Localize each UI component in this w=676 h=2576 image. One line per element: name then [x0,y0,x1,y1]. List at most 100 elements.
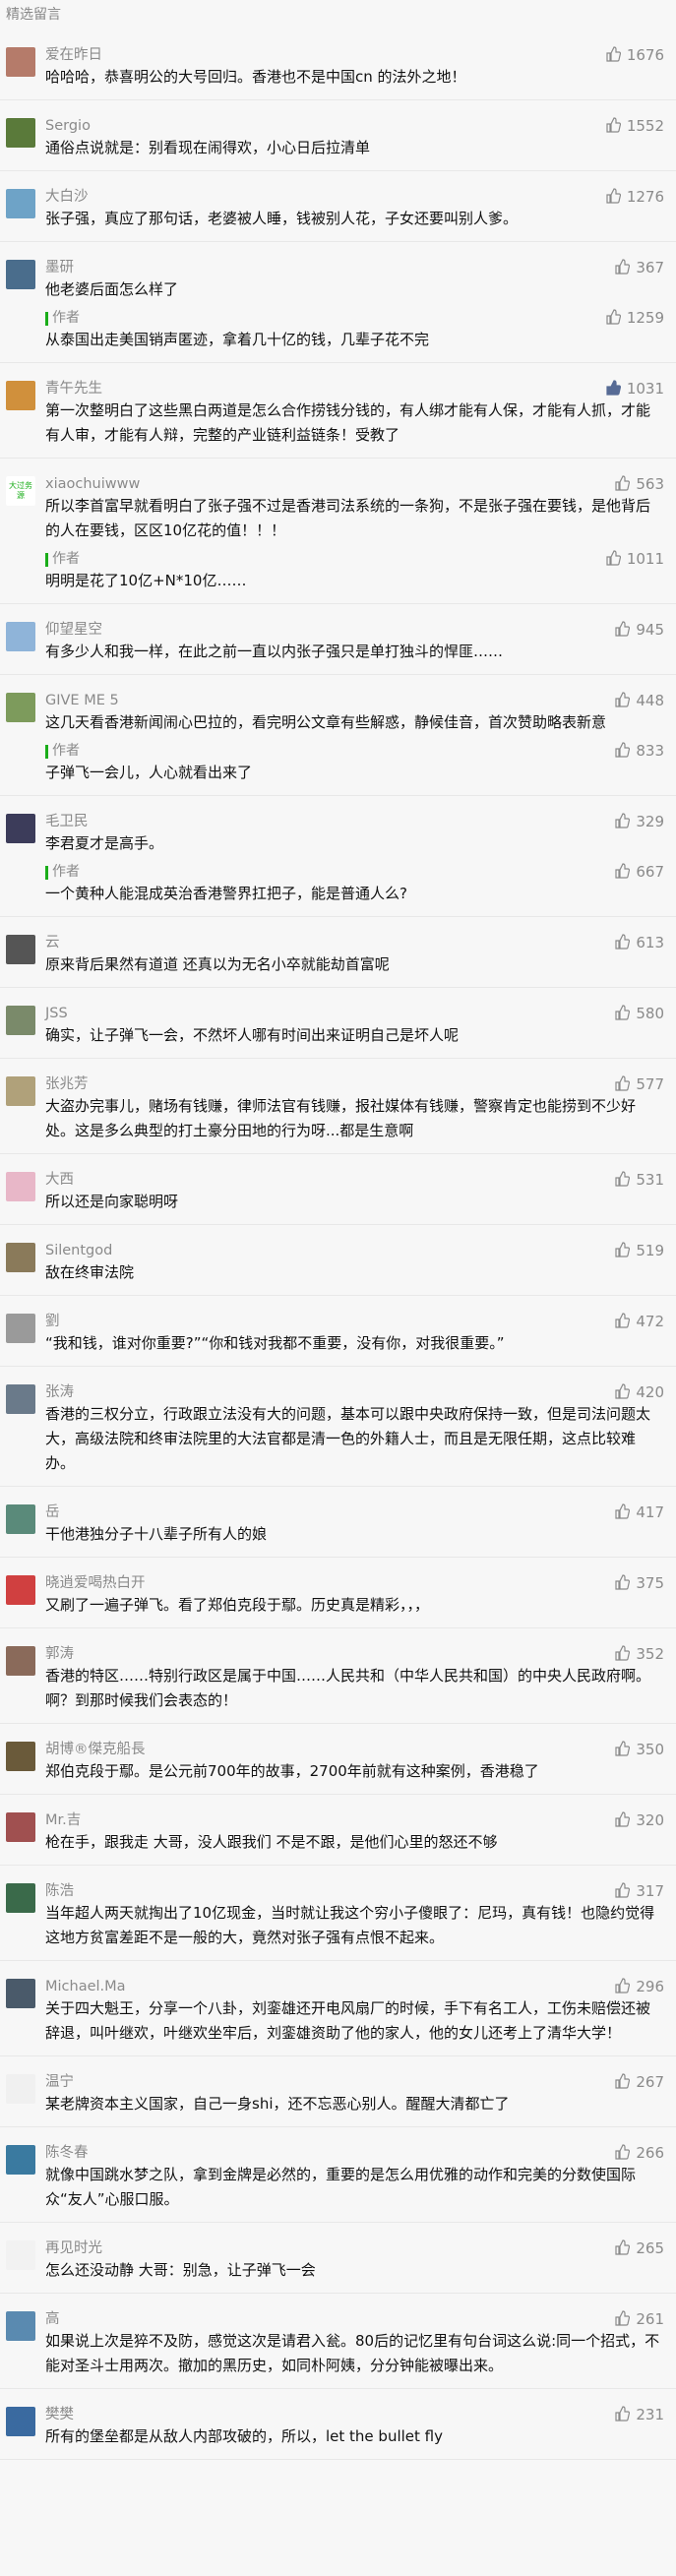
avatar[interactable] [6,2145,35,2175]
nickname[interactable]: 青午先生 [45,379,676,399]
avatar[interactable] [6,1243,35,1272]
avatar[interactable] [6,1006,35,1035]
like-button[interactable]: 1676 [605,45,664,65]
nickname[interactable]: 云 [45,933,676,952]
like-button[interactable]: 296 [614,1977,664,1996]
like-count: 317 [636,1882,664,1900]
avatar[interactable] [6,1979,35,2008]
nickname[interactable]: 张涛 [45,1382,676,1402]
like-button[interactable]: 420 [614,1382,664,1402]
like-button[interactable]: 267 [614,2072,664,2092]
nickname[interactable]: 劉 [45,1312,676,1331]
like-button[interactable]: 1276 [605,187,664,207]
avatar[interactable] [6,1812,35,1842]
thumb-up-icon [605,117,621,133]
reply-like-button[interactable]: 1259 [605,308,664,328]
like-count: 472 [636,1313,664,1330]
nickname[interactable]: GIVE ME 5 [45,691,676,710]
avatar[interactable] [6,693,35,722]
nickname[interactable]: 高 [45,2309,676,2329]
nickname[interactable]: 大白沙 [45,187,676,207]
avatar[interactable] [6,2240,35,2270]
avatar[interactable] [6,814,35,843]
like-button[interactable]: 367 [614,258,664,277]
like-button[interactable]: 613 [614,933,664,952]
avatar-initial [6,1384,35,1414]
like-button[interactable]: 266 [614,2143,664,2163]
nickname[interactable]: 郭涛 [45,1644,676,1664]
nickname[interactable]: Sergio [45,116,676,136]
like-button[interactable]: 352 [614,1644,664,1664]
avatar[interactable] [6,1172,35,1201]
like-button[interactable]: 945 [614,620,664,640]
avatar[interactable] [6,622,35,651]
avatar[interactable] [6,47,35,77]
like-button[interactable]: 472 [614,1312,664,1331]
avatar-initial [6,2311,35,2341]
nickname[interactable]: 仰望星空 [45,620,676,640]
nickname[interactable]: 晓逍爱喝热白开 [45,1573,676,1593]
like-button[interactable]: 375 [614,1573,664,1593]
avatar[interactable] [6,2311,35,2341]
nickname[interactable]: 张兆芳 [45,1074,676,1094]
like-button[interactable]: 320 [614,1810,664,1830]
nickname[interactable]: 大西 [45,1170,676,1190]
like-button[interactable]: 417 [614,1503,664,1522]
avatar[interactable] [6,2074,35,2104]
like-button[interactable]: 563 [614,474,664,494]
like-button[interactable]: 577 [614,1074,664,1094]
like-button[interactable]: 1031 [605,379,664,399]
like-button[interactable]: 448 [614,691,664,710]
like-button[interactable]: 231 [614,2405,664,2424]
avatar[interactable] [6,260,35,289]
avatar[interactable] [6,2407,35,2436]
nickname[interactable]: Michael.Ma [45,1977,676,1996]
nickname[interactable]: 陈浩 [45,1881,676,1901]
like-button[interactable]: 265 [614,2239,664,2258]
comment-text: 所有的堡垒都是从敌人内部攻破的，所以，let the bullet fly [45,2427,443,2445]
nickname[interactable]: xiaochuiwww [45,474,676,494]
nickname[interactable]: Mr.吉 [45,1810,676,1830]
like-count: 352 [636,1645,664,1663]
avatar-initial [6,1172,35,1201]
nickname[interactable]: Silentgod [45,1241,676,1260]
reply-like-button[interactable]: 667 [614,862,664,882]
avatar[interactable] [6,1646,35,1676]
comment-text: 当年超人两天就掏出了10亿现金，当时就让我这个穷小子傻眼了：尼玛，真有钱！也隐约… [45,1904,655,1946]
like-button[interactable]: 261 [614,2309,664,2329]
like-count: 563 [636,475,664,493]
avatar[interactable] [6,1076,35,1106]
nickname[interactable]: JSS [45,1004,676,1023]
nickname[interactable]: 爱在昨日 [45,45,676,65]
like-button[interactable]: 317 [614,1881,664,1901]
like-button[interactable]: 350 [614,1740,664,1759]
nickname[interactable]: 毛卫民 [45,812,676,831]
reply-like-button[interactable]: 1011 [605,549,664,569]
nickname[interactable]: 再见时光 [45,2239,676,2258]
nickname[interactable]: 岳 [45,1503,676,1522]
like-button[interactable]: 580 [614,1004,664,1023]
nickname[interactable]: 胡博®傑克船長 [45,1740,676,1759]
nickname[interactable]: 墨研 [45,258,676,277]
avatar[interactable] [6,189,35,218]
avatar[interactable] [6,1384,35,1414]
comment-text: 确实，让子弹飞一会，不然坏人哪有时间出来证明自己是坏人呢 [45,1026,460,1044]
nickname[interactable]: 陈冬春 [45,2143,676,2163]
avatar[interactable] [6,381,35,410]
avatar[interactable] [6,1883,35,1913]
thumb-up-icon [614,2144,631,2160]
avatar[interactable] [6,1742,35,1771]
like-button[interactable]: 531 [614,1170,664,1190]
avatar[interactable] [6,1504,35,1534]
avatar[interactable]: 大过务源 [6,476,35,506]
avatar[interactable] [6,935,35,964]
like-button[interactable]: 519 [614,1241,664,1260]
avatar[interactable] [6,1575,35,1605]
avatar[interactable] [6,118,35,148]
reply-like-button[interactable]: 833 [614,741,664,761]
nickname[interactable]: 樊樊 [45,2405,676,2424]
nickname[interactable]: 温宁 [45,2072,676,2092]
like-button[interactable]: 1552 [605,116,664,136]
avatar[interactable] [6,1314,35,1343]
like-button[interactable]: 329 [614,812,664,831]
